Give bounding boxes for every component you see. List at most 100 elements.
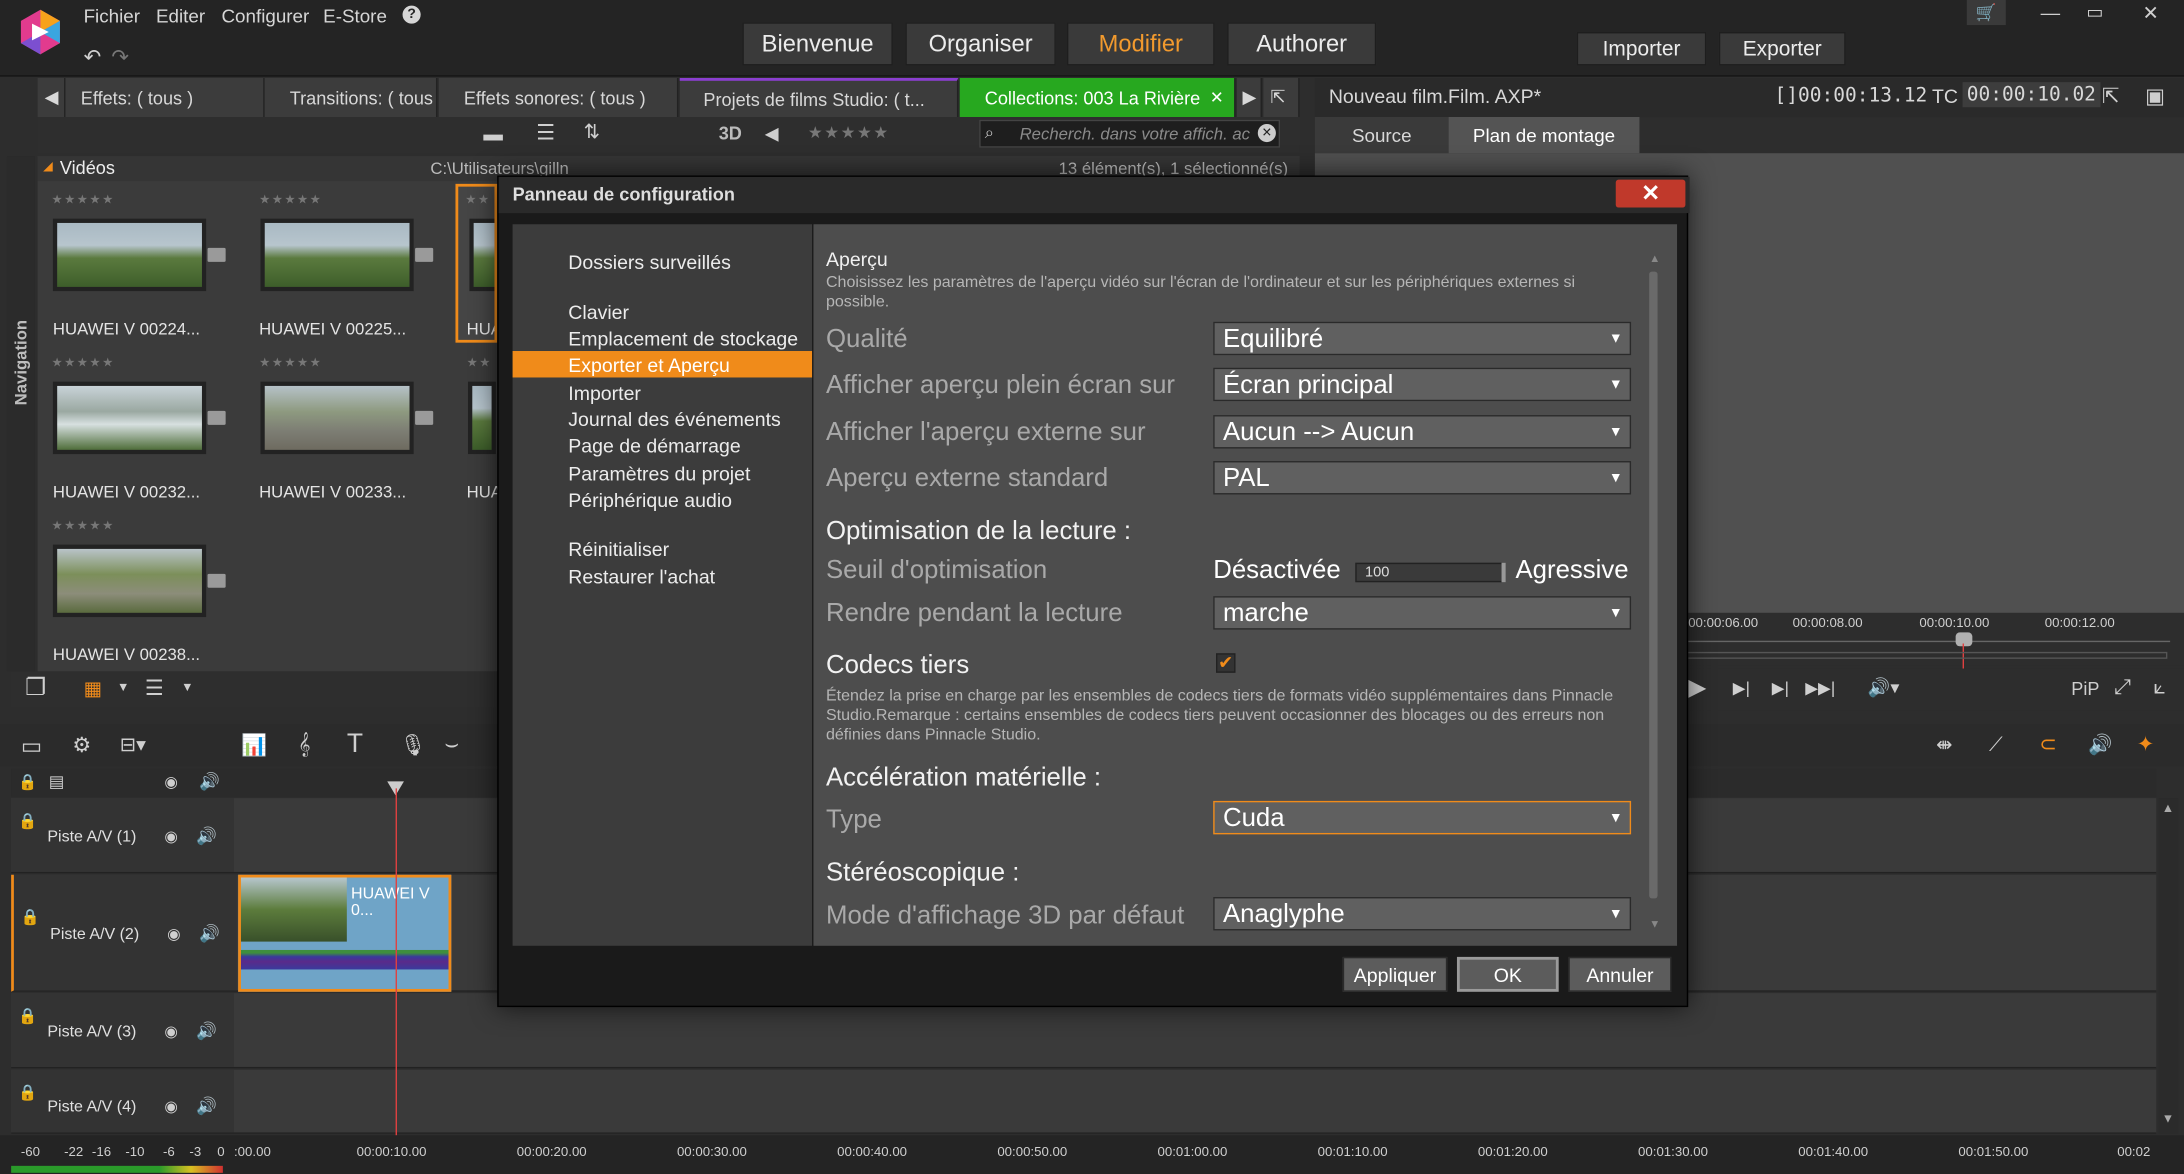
render-select[interactable]: marche ▼ (1213, 596, 1632, 630)
collection-icon[interactable]: ❐ (25, 674, 46, 702)
fullscreen-select[interactable]: Écran principal ▼ (1213, 367, 1632, 402)
split-icon[interactable]: ⌣ (444, 733, 459, 758)
dropdown-icon[interactable]: ▼ (117, 680, 129, 694)
volume-icon[interactable]: 🔊▾ (1868, 677, 1900, 699)
end-icon[interactable]: ▶▶| (1805, 678, 1835, 698)
gear-icon[interactable]: ⚙ (72, 733, 91, 758)
tab-close-icon[interactable]: ✕ (1210, 88, 1224, 108)
item-rating[interactable]: ★★ (467, 355, 492, 370)
speaker-icon[interactable]: 🔊 (196, 1021, 217, 1041)
tabs-prev-icon[interactable]: ◀ (37, 78, 66, 118)
content-scrollbar[interactable]: ▲ ▼ (1646, 252, 1663, 935)
nav-import[interactable]: Importer (513, 379, 812, 405)
tab-studio-projects[interactable]: Projets de films Studio: ( t... (679, 78, 959, 118)
tab-collections[interactable]: Collections: 003 La Rivière ✕ (959, 78, 1236, 118)
standard-select[interactable]: PAL ▼ (1213, 461, 1632, 495)
export-button[interactable]: Exporter (1718, 32, 1846, 66)
nav-export-preview[interactable]: Exporter et Aperçu (512, 351, 813, 378)
video-thumbnail[interactable] (468, 381, 496, 455)
music-icon[interactable]: 𝄞 (298, 733, 310, 757)
eye-icon[interactable]: ◉ (164, 827, 177, 846)
add-tab-icon[interactable]: ⇱ (1263, 78, 1300, 118)
tc-value[interactable]: 00:00:10.02 (1962, 82, 2101, 108)
speaker-icon[interactable]: 🔊 (199, 923, 220, 943)
quality-select[interactable]: Equilibré ▼ (1213, 321, 1632, 356)
tab-modifier[interactable]: Modifier (1066, 22, 1215, 66)
item-rating[interactable]: ★★★★★ (259, 355, 322, 370)
details-view-icon[interactable]: ☰ (145, 676, 164, 701)
search-box[interactable]: ⌕ Recherch. dans votre affich. ac ✕ (979, 119, 1281, 148)
menu-configure[interactable]: Configurer (221, 6, 309, 27)
nav-startup-page[interactable]: Page de démarrage (513, 432, 812, 458)
timeline-playhead[interactable] (395, 788, 397, 1144)
video-thumbnail[interactable] (52, 381, 207, 455)
grid-view-icon[interactable]: ▦ (84, 677, 102, 701)
tab-source[interactable]: Source (1314, 117, 1449, 154)
next-icon[interactable]: ▶| (1772, 678, 1789, 698)
scroll-down-icon[interactable]: ▼ (1649, 918, 1660, 931)
tab-transitions[interactable]: Transitions: ( tous ) (264, 78, 438, 118)
type-select[interactable]: Cuda ▼ (1213, 800, 1632, 835)
nav-storage[interactable]: Emplacement de stockage (513, 325, 812, 351)
nav-reset[interactable]: Réinitialiser (513, 535, 812, 561)
track-options-icon[interactable]: ⊟▾ (120, 733, 146, 757)
video-thumbnail[interactable] (52, 218, 207, 292)
sort-icon[interactable]: ⇅ (584, 120, 600, 144)
eye-icon[interactable]: ◉ (164, 1022, 177, 1041)
play-icon[interactable]: ▶ (1688, 674, 1706, 702)
item-rating[interactable]: ★★★★★ (52, 518, 115, 533)
rating-filter[interactable]: ★★★★★ (808, 123, 890, 143)
item-rating[interactable]: ★★ (465, 192, 490, 207)
microphone-icon[interactable]: 🎙 (400, 733, 427, 758)
codecs-checkbox[interactable]: ✔ (1216, 653, 1236, 673)
cancel-button[interactable]: Annuler (1568, 956, 1672, 992)
cart-icon[interactable]: 🛒 (1966, 0, 2006, 26)
menu-estore[interactable]: E-Store (323, 6, 387, 27)
step-forward-icon[interactable]: ▶| (1733, 678, 1750, 698)
minimize-icon[interactable]: — (2031, 0, 2070, 25)
collapse-icon[interactable]: ◢ (43, 159, 53, 174)
eye-icon[interactable]: ◉ (164, 1098, 177, 1116)
external-select[interactable]: Aucun --> Aucun ▼ (1213, 415, 1632, 449)
menu-file[interactable]: Fichier (84, 6, 140, 27)
maximize-icon[interactable]: ▭ (2075, 0, 2114, 25)
magnet-icon[interactable]: ⊂ (2039, 731, 2057, 757)
layout-icon[interactable]: ▣ (2145, 84, 2165, 109)
audio-scrub-icon[interactable]: 🔊 (2088, 733, 2112, 757)
speaker-icon[interactable]: 🔊 (196, 1096, 217, 1116)
item-rating[interactable]: ★★★★★ (52, 192, 115, 207)
nav-watched-folders[interactable]: Dossiers surveillés (513, 248, 812, 274)
redo-icon[interactable]: ↷ (111, 45, 129, 70)
tab-authorer[interactable]: Authorer (1227, 22, 1377, 66)
scroll-up-icon[interactable]: ▲ (2162, 801, 2174, 815)
selected-item[interactable]: ★★ HUA (455, 183, 498, 343)
video-thumbnail[interactable] (469, 218, 495, 292)
title-icon[interactable]: T (347, 730, 363, 761)
3d-filter[interactable]: 3D (719, 123, 742, 144)
razor-icon[interactable]: ⟋ (1989, 733, 2003, 757)
search-input[interactable]: Recherch. dans votre affich. ac (1020, 124, 1250, 144)
undo-icon[interactable]: ↶ (84, 45, 102, 70)
speaker-icon[interactable]: 🔊 (196, 826, 217, 846)
nav-keyboard[interactable]: Clavier (513, 298, 812, 324)
list-view-icon[interactable]: ☰ (536, 120, 555, 145)
track-av-4[interactable]: 🔒 Piste A/V (4) ◉ 🔊 (11, 1069, 2157, 1134)
eye-icon[interactable]: ◉ (164, 773, 177, 791)
folder-icon[interactable]: ▬ (483, 123, 503, 145)
lock-icon[interactable]: 🔒 (18, 1007, 37, 1025)
nav-audio-device[interactable]: Périphérique audio (513, 486, 812, 512)
slider-handle[interactable] (1501, 562, 1506, 583)
nav-restore-purchase[interactable]: Restaurer l'achat (513, 563, 812, 589)
menu-edit[interactable]: Editer (156, 6, 205, 27)
navigation-sidebar[interactable]: Navigation (6, 156, 35, 672)
timeline-ruler[interactable]: -60 -22 -16 -10 -6 -3 0 :00.00 00:00:10.… (0, 1135, 2184, 1174)
crop-icon[interactable]: ⟀ (2153, 676, 2166, 700)
lock-icon[interactable]: 🔒 (18, 773, 37, 791)
tabs-next-icon[interactable]: ▶ (1236, 78, 1262, 118)
dropdown-icon[interactable]: ▼ (181, 680, 193, 694)
timeline-settings-icon[interactable]: ▭ (21, 733, 42, 761)
trim-icon[interactable]: ⇼ (1936, 733, 1952, 757)
eye-icon[interactable]: ◉ (167, 925, 180, 943)
scroll-up-icon[interactable]: ▲ (1649, 252, 1660, 265)
video-thumbnail[interactable] (260, 381, 414, 455)
